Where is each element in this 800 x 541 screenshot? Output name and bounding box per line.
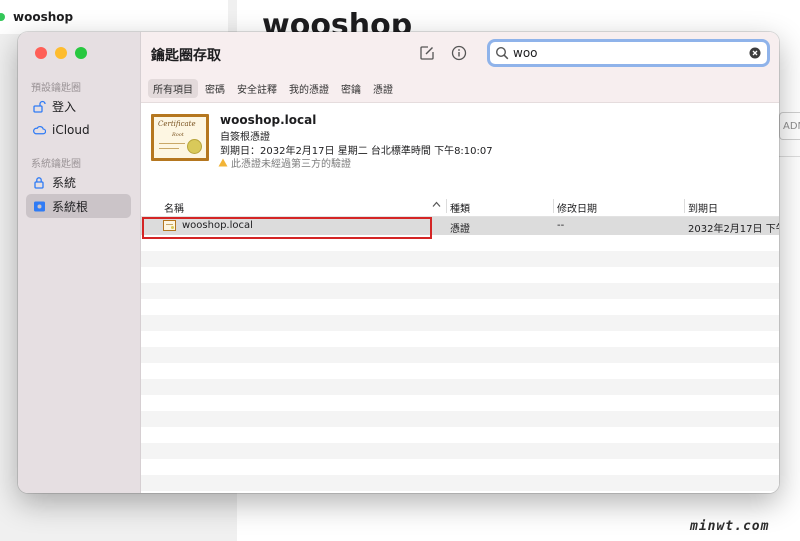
certificate-icon-text: Certificate <box>158 120 196 128</box>
tab-keys[interactable]: 密鑰 <box>336 79 366 98</box>
tab-all-items[interactable]: 所有項目 <box>148 79 198 98</box>
sidebar-section-system: 系統鑰匙圈 <box>31 159 81 170</box>
tab-secure-notes[interactable]: 安全註釋 <box>232 79 282 98</box>
background-divider <box>779 156 800 157</box>
warning-icon <box>218 158 228 167</box>
safe-icon <box>32 199 46 213</box>
lock-icon <box>32 175 46 189</box>
highlight-box <box>142 217 432 239</box>
certificate-icon-line <box>159 143 185 144</box>
unlock-icon <box>32 99 46 113</box>
empty-row <box>141 347 779 363</box>
main-content: 鑰匙圈存取 所有項目 密碼 安全註釋 我的憑證 密鑰 <box>141 32 779 493</box>
empty-row <box>141 315 779 331</box>
tab-my-certificates[interactable]: 我的憑證 <box>284 79 334 98</box>
column-header-kind[interactable]: 種類 <box>450 200 470 215</box>
certificate-detail: Certificate Root wooshop.local 自簽根憑證 到期日… <box>141 103 779 193</box>
sidebar-item-login[interactable]: 登入 <box>26 94 131 118</box>
sort-chevron-icon[interactable] <box>432 201 441 208</box>
background-button[interactable]: ADM <box>779 112 800 140</box>
search-input[interactable] <box>513 46 749 60</box>
column-header-expires[interactable]: 到期日 <box>688 200 718 215</box>
sidebar-item-label: iCloud <box>52 123 90 137</box>
close-button[interactable] <box>35 47 47 59</box>
toolbar: 鑰匙圈存取 所有項目 密碼 安全註釋 我的憑證 密鑰 <box>141 32 779 103</box>
column-separator[interactable] <box>684 199 685 213</box>
category-tabs: 所有項目 密碼 安全註釋 我的憑證 密鑰 憑證 <box>148 79 398 98</box>
empty-row <box>141 267 779 283</box>
row-expires: 2032年2月17日 下午 <box>688 224 779 235</box>
certificate-name: wooshop.local <box>220 113 317 127</box>
column-separator[interactable] <box>446 199 447 213</box>
traffic-lights <box>35 47 87 59</box>
status-dot <box>0 13 5 21</box>
certificate-warning-text: 此憑證未經過第三方的驗證 <box>231 159 351 170</box>
clear-search-icon[interactable] <box>749 47 761 59</box>
sidebar-item-system-roots[interactable]: 系統根 <box>26 194 131 218</box>
empty-row <box>141 379 779 395</box>
certificate-seal <box>187 139 202 154</box>
certificate-icon-subtext: Root <box>172 132 184 138</box>
search-icon <box>495 46 509 60</box>
background-tab-label: wooshop <box>13 10 74 24</box>
certificate-icon: Certificate Root <box>151 114 209 161</box>
certificate-kind: 自簽根憑證 <box>220 132 270 143</box>
window-title: 鑰匙圈存取 <box>151 48 221 64</box>
sidebar: 預設鑰匙圈 登入 iCloud 系統鑰匙圈 系統 系統根 <box>18 32 141 493</box>
empty-row <box>141 363 779 379</box>
sidebar-item-icloud[interactable]: iCloud <box>26 118 131 142</box>
empty-row <box>141 299 779 315</box>
tab-certificates[interactable]: 憑證 <box>368 79 398 98</box>
sidebar-section-default: 預設鑰匙圈 <box>31 83 81 94</box>
empty-row <box>141 283 779 299</box>
certificate-warning: 此憑證未經過第三方的驗證 <box>218 155 351 170</box>
empty-row <box>141 411 779 427</box>
sidebar-item-label: 登入 <box>52 99 77 114</box>
search-field[interactable] <box>487 39 770 67</box>
sidebar-item-system[interactable]: 系統 <box>26 170 131 194</box>
info-icon[interactable] <box>450 44 468 62</box>
cloud-icon <box>32 123 46 137</box>
certificate-icon-line <box>159 148 179 149</box>
empty-row <box>141 395 779 411</box>
row-kind: 憑證 <box>450 224 470 235</box>
column-header-modified[interactable]: 修改日期 <box>557 200 597 215</box>
keychain-window: 預設鑰匙圈 登入 iCloud 系統鑰匙圈 系統 系統根 鑰匙圈存取 woo 所… <box>18 32 779 493</box>
sidebar-item-label: 系統根 <box>52 199 89 214</box>
empty-row <box>141 427 779 443</box>
zoom-button[interactable] <box>75 47 87 59</box>
empty-row <box>141 251 779 267</box>
sidebar-item-label: 系統 <box>52 175 77 190</box>
minimize-button[interactable] <box>55 47 67 59</box>
row-modified: -- <box>557 220 565 231</box>
compose-icon[interactable] <box>418 44 436 62</box>
column-header-name[interactable]: 名稱 <box>164 200 184 215</box>
table-header: 名稱 種類 修改日期 到期日 <box>141 196 779 217</box>
empty-row <box>141 459 779 475</box>
column-separator[interactable] <box>553 199 554 213</box>
empty-row <box>141 331 779 347</box>
background-tab[interactable]: wooshop <box>0 0 228 34</box>
table-row[interactable]: wooshop.local 憑證 -- 2032年2月17日 下午 <box>141 217 779 239</box>
certificate-list: wooshop.local 憑證 -- 2032年2月17日 下午 <box>141 217 779 493</box>
tab-passwords[interactable]: 密碼 <box>200 79 230 98</box>
watermark: minwt.com <box>690 519 770 534</box>
empty-row <box>141 443 779 459</box>
empty-row <box>141 475 779 491</box>
